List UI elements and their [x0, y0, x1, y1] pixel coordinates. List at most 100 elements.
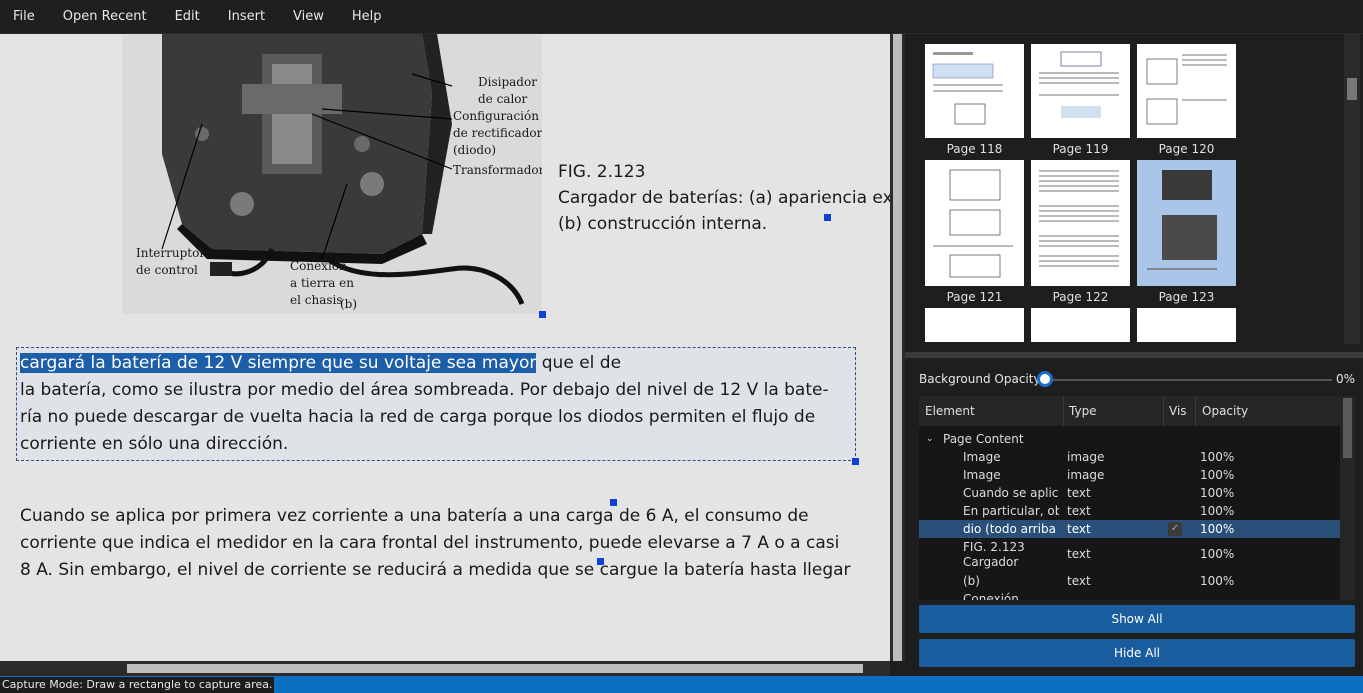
layer-type: image	[1067, 468, 1105, 482]
layer-row[interactable]: Conexión	[919, 590, 1340, 600]
page-thumbnail-selected[interactable]	[1137, 160, 1236, 286]
paragraph-line-1[interactable]: Cuando se aplica por primera vez corrien…	[20, 503, 809, 530]
document-horizontal-scrollbar[interactable]	[0, 661, 890, 676]
layer-opacity: 100%	[1200, 522, 1235, 536]
layer-type: text	[1067, 547, 1091, 561]
layer-opacity: 100%	[1200, 547, 1235, 561]
layer-opacity: 100%	[1200, 486, 1235, 500]
layer-element: Image	[963, 450, 1001, 464]
document-area: Disipador de calor Configuración de rect…	[0, 34, 905, 676]
layer-table: Element Type Vis Opacity ⌄ Page Content …	[919, 396, 1355, 600]
layer-row-selected[interactable]: dio (todo arriba ... text ✓ 100%	[919, 520, 1340, 538]
page-thumbnail[interactable]	[1137, 308, 1236, 342]
menu-open-recent[interactable]: Open Recent	[49, 0, 161, 34]
layer-type: text	[1067, 486, 1091, 500]
page-preview-icon	[933, 169, 1013, 278]
figure-label-part: (b)	[340, 297, 358, 311]
text-block-line-1[interactable]: cargará la batería de 12 V siempre que s…	[20, 350, 621, 377]
background-opacity-label: Background Opacity:	[919, 372, 1044, 386]
column-vis[interactable]: Vis	[1169, 404, 1187, 418]
layer-row[interactable]: Image image 100%	[919, 466, 1340, 484]
caption-line-2: (b) construcción interna.	[558, 214, 768, 234]
highlighted-text: cargará la batería de 12 V siempre que s…	[20, 353, 537, 373]
thumbnail-label: Page 120	[1158, 142, 1215, 156]
menu-help[interactable]: Help	[338, 0, 396, 34]
scrollbar-thumb[interactable]	[127, 664, 863, 673]
page-preview-icon	[1147, 170, 1217, 270]
text-block-line-2[interactable]: la batería, como se ilustra por medio de…	[20, 377, 829, 404]
layer-opacity: 100%	[1200, 504, 1235, 518]
menu-file[interactable]: File	[0, 0, 49, 34]
figure-image[interactable]: Disipador de calor Configuración de rect…	[122, 34, 542, 314]
document-page[interactable]: Disipador de calor Configuración de rect…	[0, 34, 890, 661]
column-element[interactable]: Element	[925, 404, 975, 418]
menu-view[interactable]: View	[279, 0, 338, 34]
layer-table-scrollbar[interactable]	[1340, 396, 1355, 600]
status-bar: Capture Mode: Draw a rectangle to captur…	[0, 676, 1363, 693]
checkmark-icon[interactable]: ✓	[1168, 522, 1182, 536]
layer-row[interactable]: (b) text 100%	[919, 572, 1340, 590]
resize-handle[interactable]	[824, 214, 831, 221]
page-thumbnails: Page 118 Page 119 Page 120 Page 121 Page…	[910, 34, 1361, 349]
layer-type: text	[1067, 574, 1091, 588]
layer-row[interactable]: Cuando se aplic... text 100%	[919, 484, 1340, 502]
resize-handle[interactable]	[539, 311, 546, 318]
resize-handle[interactable]	[852, 458, 859, 465]
text-line-rest: que el de	[536, 353, 622, 373]
page-thumbnail[interactable]	[1031, 44, 1130, 138]
document-vertical-scrollbar[interactable]	[890, 34, 905, 661]
layer-group-row[interactable]: ⌄ Page Content	[919, 430, 1340, 448]
text-block-line-3[interactable]: ría no puede descargar de vuelta hacia l…	[20, 404, 815, 431]
right-panel: Page 118 Page 119 Page 120 Page 121 Page…	[905, 34, 1363, 676]
caption-line-1: Cargador de baterías: (a) apariencia ex	[558, 188, 890, 208]
page-preview-icon	[1146, 54, 1227, 125]
column-divider[interactable]	[1163, 396, 1164, 426]
thumbnail-scrollbar[interactable]	[1344, 34, 1360, 344]
paragraph-line-3[interactable]: 8 A. Sin embargo, el nivel de corriente …	[20, 557, 851, 584]
figure-label-transformador: Transformador	[453, 163, 542, 177]
column-divider[interactable]	[1063, 396, 1064, 426]
layer-element: (b)	[963, 574, 980, 588]
thumbnail-label: Page 118	[946, 142, 1003, 156]
opacity-slider-handle[interactable]	[1037, 371, 1053, 387]
page-thumbnail[interactable]	[925, 308, 1024, 342]
text-block-line-4[interactable]: corriente en sólo una dirección.	[20, 431, 288, 458]
layer-row[interactable]: FIG. 2.123 Cargador text 100%	[919, 538, 1340, 572]
column-type[interactable]: Type	[1069, 404, 1097, 418]
layer-element: Conexión	[963, 592, 1019, 600]
menu-edit[interactable]: Edit	[161, 0, 214, 34]
show-all-button[interactable]: Show All	[919, 605, 1355, 633]
layer-type: text	[1067, 522, 1091, 536]
page-thumbnail[interactable]	[925, 44, 1024, 138]
opacity-value: 0%	[1335, 372, 1355, 386]
page-thumbnail[interactable]	[1031, 160, 1130, 286]
resize-handle[interactable]	[597, 558, 604, 565]
layer-element: FIG. 2.123 Cargador	[963, 540, 1025, 569]
opacity-slider-track[interactable]	[1045, 379, 1332, 381]
scrollbar-thumb[interactable]	[893, 34, 902, 661]
layer-element: dio (todo arriba ...	[963, 522, 1059, 536]
layer-element: Image	[963, 468, 1001, 482]
page-thumbnail[interactable]	[925, 160, 1024, 286]
scrollbar-thumb[interactable]	[1343, 398, 1352, 458]
column-divider[interactable]	[1195, 396, 1196, 426]
caption-title: FIG. 2.123	[558, 162, 646, 182]
paragraph-line-2[interactable]: corriente que indica el medidor en la ca…	[20, 530, 839, 557]
layer-row[interactable]: Image image 100%	[919, 448, 1340, 466]
thumbnail-label: Page 121	[946, 290, 1003, 304]
column-opacity[interactable]: Opacity	[1202, 404, 1248, 418]
panel-splitter[interactable]	[905, 352, 1363, 358]
hide-all-button[interactable]: Hide All	[919, 639, 1355, 667]
scrollbar-thumb[interactable]	[1347, 78, 1357, 100]
chevron-down-icon[interactable]: ⌄	[926, 434, 934, 444]
menu-bar: File Open Recent Edit Insert View Help	[0, 0, 1363, 34]
layer-opacity: 100%	[1200, 468, 1235, 482]
page-thumbnail[interactable]	[1137, 44, 1236, 138]
layer-table-header: Element Type Vis Opacity	[919, 396, 1340, 426]
layer-row[interactable]: En particular, ob... text 100%	[919, 502, 1340, 520]
page-preview-icon	[1039, 170, 1119, 267]
page-preview-icon	[1039, 51, 1119, 118]
layer-element: En particular, ob...	[963, 504, 1059, 518]
page-thumbnail[interactable]	[1031, 308, 1130, 342]
menu-insert[interactable]: Insert	[214, 0, 279, 34]
